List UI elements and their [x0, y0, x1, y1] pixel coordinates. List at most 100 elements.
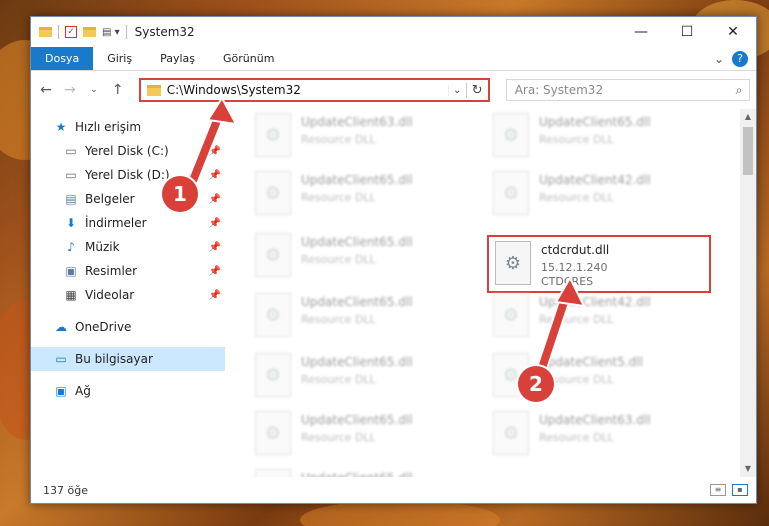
tab-view[interactable]: Görünüm — [209, 47, 288, 70]
customize-qat-icon[interactable]: ▤ ▾ — [102, 27, 120, 38]
pin-icon[interactable]: 📌 — [209, 290, 221, 301]
dll-file-icon: ⚙ — [255, 469, 291, 477]
nav-label: Hızlı erişim — [75, 120, 142, 134]
file-tile[interactable]: ⚙ UpdateClient65.dllResource DLL — [249, 293, 469, 353]
details-view-icon[interactable]: ≡ — [710, 484, 726, 496]
file-type: Resource DLL — [301, 313, 376, 326]
file-name: UpdateClient63.dll — [301, 115, 413, 129]
file-type: Resource DLL — [539, 373, 614, 386]
file-name: UpdateClient5.dll — [539, 355, 643, 369]
nav-label: Videolar — [85, 288, 135, 302]
scroll-thumb[interactable] — [743, 127, 753, 175]
file-tile[interactable]: ⚙ UpdateClient65.dllResource DLL — [487, 113, 707, 173]
nav-item-music[interactable]: ♪ Müzik 📌 — [31, 235, 225, 259]
file-tile[interactable]: ⚙ UpdateClient65.dllResource DLL — [249, 353, 469, 413]
recent-locations-icon[interactable]: ⌄ — [85, 85, 103, 95]
scroll-up-icon[interactable]: ▲ — [740, 109, 756, 125]
nav-item-pictures[interactable]: ▣ Resimler 📌 — [31, 259, 225, 283]
scroll-down-icon[interactable]: ▼ — [740, 461, 756, 477]
dll-file-icon: ⚙ — [495, 241, 531, 285]
pin-icon[interactable]: 📌 — [209, 218, 221, 229]
nav-onedrive[interactable]: ☁ OneDrive — [31, 315, 225, 339]
ribbon-tabs: Dosya Giriş Paylaş Görünüm ⌄ ? — [31, 47, 756, 71]
nav-network[interactable]: ▣ Ağ — [31, 379, 225, 403]
file-name: UpdateClient42.dll — [539, 295, 651, 309]
file-type: Resource DLL — [301, 253, 376, 266]
address-bar[interactable]: C:\Windows\System32 ⌄ ↻ — [138, 78, 490, 102]
up-arrow-icon[interactable]: ↑ — [109, 82, 127, 98]
view-buttons: ≡ ▪ — [710, 484, 756, 496]
file-type: Resource DLL — [301, 191, 376, 204]
file-tile[interactable]: ⚙ UpdateClient65.dllResource DLL — [249, 171, 469, 231]
file-tile[interactable]: ⚙ UpdateClient65.dllResource DLL — [249, 233, 469, 293]
file-tile[interactable]: ⚙ UpdateClient42.dll Resource DLL — [487, 171, 707, 231]
properties-icon[interactable]: ✓ — [65, 26, 77, 38]
item-count: 137 öğe — [43, 483, 88, 497]
file-name: UpdateClient42.dll — [539, 173, 651, 187]
nav-quick-access[interactable]: ★ Hızlı erişim — [31, 115, 225, 139]
address-path[interactable]: C:\Windows\System32 — [167, 83, 448, 97]
close-button[interactable]: ✕ — [710, 17, 756, 47]
file-tile[interactable]: ⚙ UpdateClient65.dllResource DLL — [249, 469, 469, 477]
nav-this-pc[interactable]: ▭ Bu bilgisayar — [31, 347, 225, 371]
help-icon[interactable]: ? — [732, 50, 748, 67]
new-folder-icon[interactable] — [83, 27, 96, 37]
file-tile-ctdcrdut[interactable]: ⚙ ctdcrdut.dll 15.12.1.240 CTDCRES — [487, 235, 711, 293]
file-name: UpdateClient65.dll — [301, 295, 413, 309]
window-title: System32 — [134, 25, 195, 39]
videos-icon: ▦ — [65, 288, 77, 302]
tiles-view-icon[interactable]: ▪ — [732, 484, 748, 496]
file-type: Resource DLL — [539, 133, 614, 146]
pin-icon[interactable]: 📌 — [209, 146, 221, 157]
file-version: 15.12.1.240 — [541, 261, 608, 274]
back-arrow-icon[interactable]: ← — [37, 82, 55, 98]
separator — [125, 25, 127, 39]
file-tile[interactable]: ⚙ UpdateClient65.dllResource DLL — [249, 411, 469, 471]
pin-icon[interactable]: 📌 — [209, 194, 221, 205]
callout-1: 1 — [162, 176, 198, 212]
refresh-icon[interactable]: ↻ — [465, 82, 488, 98]
tab-share[interactable]: Paylaş — [146, 47, 209, 70]
nav-item-drive-d[interactable]: ▭ Yerel Disk (D:) 📌 — [31, 163, 225, 187]
file-name: ctdcrdut.dll — [541, 243, 610, 257]
dll-file-icon: ⚙ — [255, 171, 291, 215]
address-dropdown-icon[interactable]: ⌄ — [447, 84, 466, 96]
status-bar: 137 öğe ≡ ▪ — [31, 477, 756, 503]
drive-icon: ▭ — [65, 144, 77, 158]
search-icon[interactable]: ⌕ — [729, 83, 749, 98]
file-tile[interactable]: ⚙ UpdateClient63.dll Resource DLL — [249, 113, 469, 173]
star-icon: ★ — [55, 120, 67, 134]
address-row: ← → ⌄ ↑ C:\Windows\System32 ⌄ ↻ Ara: Sys… — [31, 71, 756, 109]
downloads-icon: ⬇ — [65, 216, 77, 230]
pin-icon[interactable]: 📌 — [209, 266, 221, 277]
nav-item-downloads[interactable]: ⬇ İndirmeler 📌 — [31, 211, 225, 235]
forward-arrow-icon[interactable]: → — [61, 82, 79, 98]
title-bar: ✓ ▤ ▾ System32 — ☐ ✕ — [31, 17, 756, 47]
pin-icon[interactable]: 📌 — [209, 170, 221, 181]
tab-file[interactable]: Dosya — [31, 47, 94, 70]
ribbon-right: ⌄ ? — [714, 47, 756, 70]
vertical-scrollbar[interactable]: ▲ ▼ — [740, 109, 756, 477]
maximize-button[interactable]: ☐ — [664, 17, 710, 47]
chevron-down-icon[interactable]: ⌄ — [714, 52, 724, 66]
cloud-icon: ☁ — [55, 320, 67, 334]
file-type: Resource DLL — [301, 373, 376, 386]
explorer-window: ✓ ▤ ▾ System32 — ☐ ✕ Dosya Giriş Paylaş … — [30, 16, 757, 504]
file-tile[interactable]: ⚙ UpdateClient42.dll Resource DLL — [487, 293, 707, 353]
search-input[interactable]: Ara: System32 — [515, 83, 729, 97]
folder-icon — [39, 27, 52, 37]
nav-item-drive-c[interactable]: ▭ Yerel Disk (C:) 📌 — [31, 139, 225, 163]
file-tile[interactable]: ⚙ UpdateClient63.dll Resource DLL — [487, 411, 707, 471]
minimize-button[interactable]: — — [618, 17, 664, 47]
search-box[interactable]: Ara: System32 ⌕ — [505, 79, 750, 101]
nav-label: Resimler — [85, 264, 138, 278]
dll-file-icon: ⚙ — [493, 411, 529, 455]
pictures-icon: ▣ — [65, 264, 77, 278]
nav-label: OneDrive — [75, 320, 132, 334]
nav-item-videos[interactable]: ▦ Videolar 📌 — [31, 283, 225, 307]
dll-file-icon: ⚙ — [255, 353, 291, 397]
tab-home[interactable]: Giriş — [93, 47, 146, 70]
pin-icon[interactable]: 📌 — [209, 242, 221, 253]
file-type: Resource DLL — [301, 431, 376, 444]
file-name: UpdateClient65.dll — [301, 469, 413, 477]
